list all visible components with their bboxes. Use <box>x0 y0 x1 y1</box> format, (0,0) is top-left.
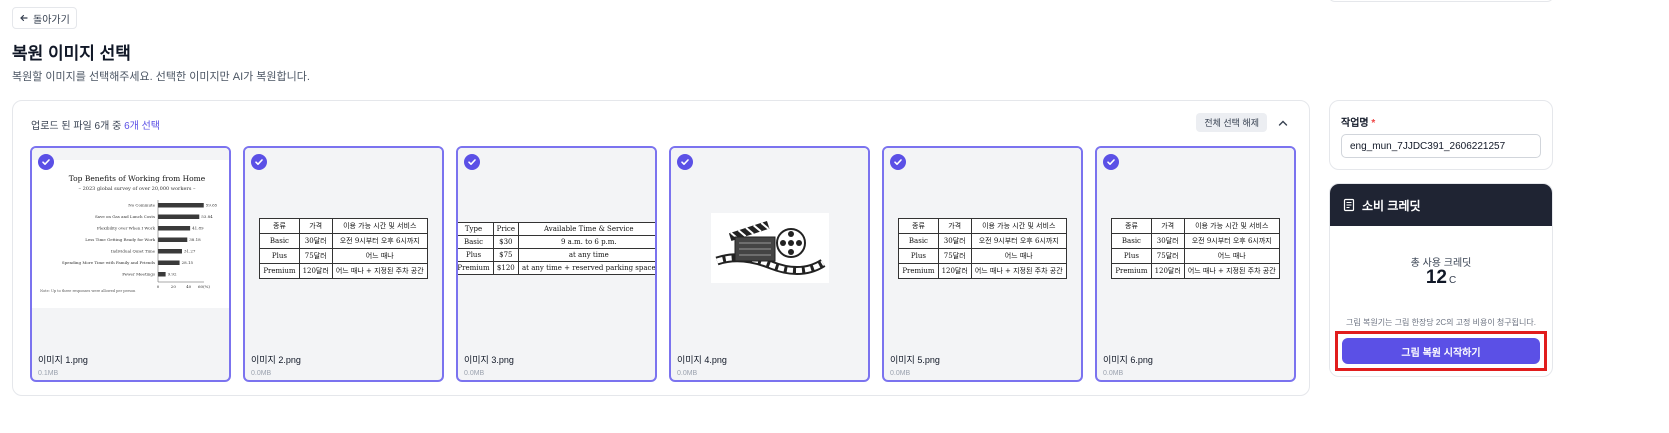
file-size: 0.1MB <box>38 370 59 377</box>
chart-thumbnail: Top Benefits of Working from Home – 2023… <box>32 160 229 308</box>
chart-bar-label: Less Time Getting Ready for Work <box>85 237 155 242</box>
start-restore-button[interactable]: 그림 복원 시작하기 <box>1342 338 1540 364</box>
selection-summary: 업로드 된 파일 6개 중 6개 선택 <box>31 117 160 132</box>
chart-tick-label: 20 <box>171 284 177 289</box>
image-selection-panel: 업로드 된 파일 6개 중 6개 선택 전체 선택 해제 Top Benefit… <box>12 100 1310 396</box>
chart-bar <box>158 260 180 265</box>
file-name: 이미지 2.png <box>251 355 301 365</box>
chart-title: Top Benefits of Working from Home <box>69 174 206 183</box>
image-card[interactable]: 종류 가격 이용 가능 시간 및 서비스 Basic 30달러 오전 9시부터 오후 6… <box>882 146 1083 382</box>
job-name-panel: 작업명 * <box>1329 100 1553 170</box>
checkmark-icon[interactable] <box>38 154 54 170</box>
credit-unit: C <box>1448 275 1457 286</box>
collapse-button[interactable] <box>1273 113 1293 133</box>
total-credit-value: 12 C <box>1425 267 1457 288</box>
selection-count: 6개 선택 <box>124 121 161 132</box>
korean-price-table: 종류 가격 이용 가능 시간 및 서비스 Basic 30달러 오전 9시부터 오후 6… <box>1111 217 1280 279</box>
image-card[interactable]: Type Price Available Time & Service Basic $… <box>456 146 657 382</box>
file-size: 0.0MB <box>251 370 272 377</box>
image-thumbnail <box>671 148 868 348</box>
image-thumbnail: Top Benefits of Working from Home – 2023… <box>32 148 229 348</box>
checkmark-icon[interactable] <box>890 154 906 170</box>
file-size: 0.0MB <box>464 370 485 377</box>
chart-tick-label: 40 <box>186 284 192 289</box>
checkmark-icon[interactable] <box>1103 154 1119 170</box>
image-thumbnail: Type Price Available Time & Service Basic $… <box>458 148 655 348</box>
file-name: 이미지 3.png <box>464 355 514 365</box>
chart-bar <box>158 214 200 219</box>
korean-price-table: 종류 가격 이용 가능 시간 및 서비스 Basic 30달러 오전 9시부터 오후 6… <box>259 217 428 279</box>
job-name-input[interactable] <box>1341 134 1541 158</box>
file-name: 이미지 5.png <box>890 355 940 365</box>
chart-bar <box>158 272 166 277</box>
chart-tick-label: 0 <box>157 284 160 289</box>
image-thumbnail: 종류 가격 이용 가능 시간 및 서비스 Basic 30달러 오전 9시부터 오후 6… <box>884 148 1081 348</box>
selection-summary-prefix: 업로드 된 파일 6개 중 <box>31 121 125 132</box>
page-subtitle: 복원할 이미지를 선택해주세요. 선택한 이미지만 AI가 복원합니다. <box>12 71 310 83</box>
image-card[interactable]: 종류 가격 이용 가능 시간 및 서비스 Basic 30달러 오전 9시부터 오후 6… <box>1095 146 1296 382</box>
arrow-left-icon <box>20 14 28 22</box>
credit-title: 소비 크레딧 <box>1362 198 1421 213</box>
credit-note: 그림 복원기는 그림 한장당 2C의 고정 비용이 청구됩니다. <box>1346 318 1536 327</box>
chart-bar-value: 31.27 <box>184 249 196 254</box>
job-name-label: 작업명 * <box>1341 118 1376 129</box>
chart-bar <box>158 226 191 231</box>
image-thumbnail: 종류 가격 이용 가능 시간 및 서비스 Basic 30달러 오전 9시부터 오후 6… <box>245 148 442 348</box>
image-card[interactable]: Top Benefits of Working from Home – 2023… <box>30 146 231 382</box>
chart-bar <box>158 203 204 208</box>
film-illustration <box>710 213 829 283</box>
english-price-table: Type Price Available Time & Service Basic $… <box>458 221 655 275</box>
image-card[interactable]: 이미지 4.png 0.0MB <box>669 146 870 382</box>
checkmark-icon[interactable] <box>464 154 480 170</box>
file-size: 0.0MB <box>890 370 911 377</box>
file-size: 0.0MB <box>1103 370 1124 377</box>
checkmark-icon[interactable] <box>251 154 267 170</box>
page-title: 복원 이미지 선택 <box>12 44 131 63</box>
chart-bar-label: Individual Quiet Time <box>111 249 156 254</box>
chart-bar-label: Spending More Time with Family and Frien… <box>62 260 155 265</box>
back-label: 돌아가기 <box>33 14 70 26</box>
top-right-panel-fragment <box>1328 0 1554 2</box>
chart-bar-label: No Commute <box>128 203 155 208</box>
deselect-all-button[interactable]: 전체 선택 해제 <box>1196 113 1267 132</box>
credit-panel: 소비 크레딧 총 사용 크레딧 12 C 그림 복원기는 그림 한장당 2C의 고… <box>1329 183 1553 377</box>
required-mark: * <box>1371 118 1376 129</box>
start-button-highlight: 그림 복원 시작하기 <box>1335 331 1547 371</box>
credit-header: 소비 크레딧 <box>1330 184 1552 226</box>
image-thumbnail: 종류 가격 이용 가능 시간 및 서비스 Basic 30달러 오전 9시부터 오후 6… <box>1097 148 1294 348</box>
chart-bar-value: 9.92 <box>168 272 177 277</box>
file-name: 이미지 1.png <box>38 355 88 365</box>
chart-bar-label: Fewer Meetings <box>122 272 155 277</box>
image-card-list: Top Benefits of Working from Home – 2023… <box>30 146 1296 382</box>
chevron-up-icon <box>1278 120 1288 126</box>
chart-bar-value: 41.89 <box>192 226 204 231</box>
chart-bar-label: Flexibility over When I Work <box>97 226 156 231</box>
file-name: 이미지 4.png <box>677 355 727 365</box>
chart-bar-value: 53.84 <box>201 214 213 219</box>
chart-bar <box>158 249 182 254</box>
chart-bar-value: 59.65 <box>206 203 218 208</box>
file-name: 이미지 6.png <box>1103 355 1153 365</box>
file-size: 0.0MB <box>677 370 698 377</box>
chart-bar-value: 28.15 <box>182 260 194 265</box>
chart-bar-value: 38.18 <box>189 237 201 242</box>
chart-bar <box>158 237 188 242</box>
korean-price-table: 종류 가격 이용 가능 시간 및 서비스 Basic 30달러 오전 9시부터 오후 6… <box>898 217 1067 279</box>
checkmark-icon[interactable] <box>677 154 693 170</box>
chart-note: Note: Up to three responses were allowed… <box>40 289 136 293</box>
chart-subtitle: – 2023 global survey of over 20,000 work… <box>79 186 196 192</box>
chart-bar-label: Save on Gas and Lunch Costs <box>95 214 155 219</box>
chart-tick-label: 60(%) <box>198 284 210 289</box>
image-card[interactable]: 종류 가격 이용 가능 시간 및 서비스 Basic 30달러 오전 9시부터 오후 6… <box>243 146 444 382</box>
receipt-icon <box>1343 198 1355 212</box>
back-button[interactable]: 돌아가기 <box>12 7 77 29</box>
